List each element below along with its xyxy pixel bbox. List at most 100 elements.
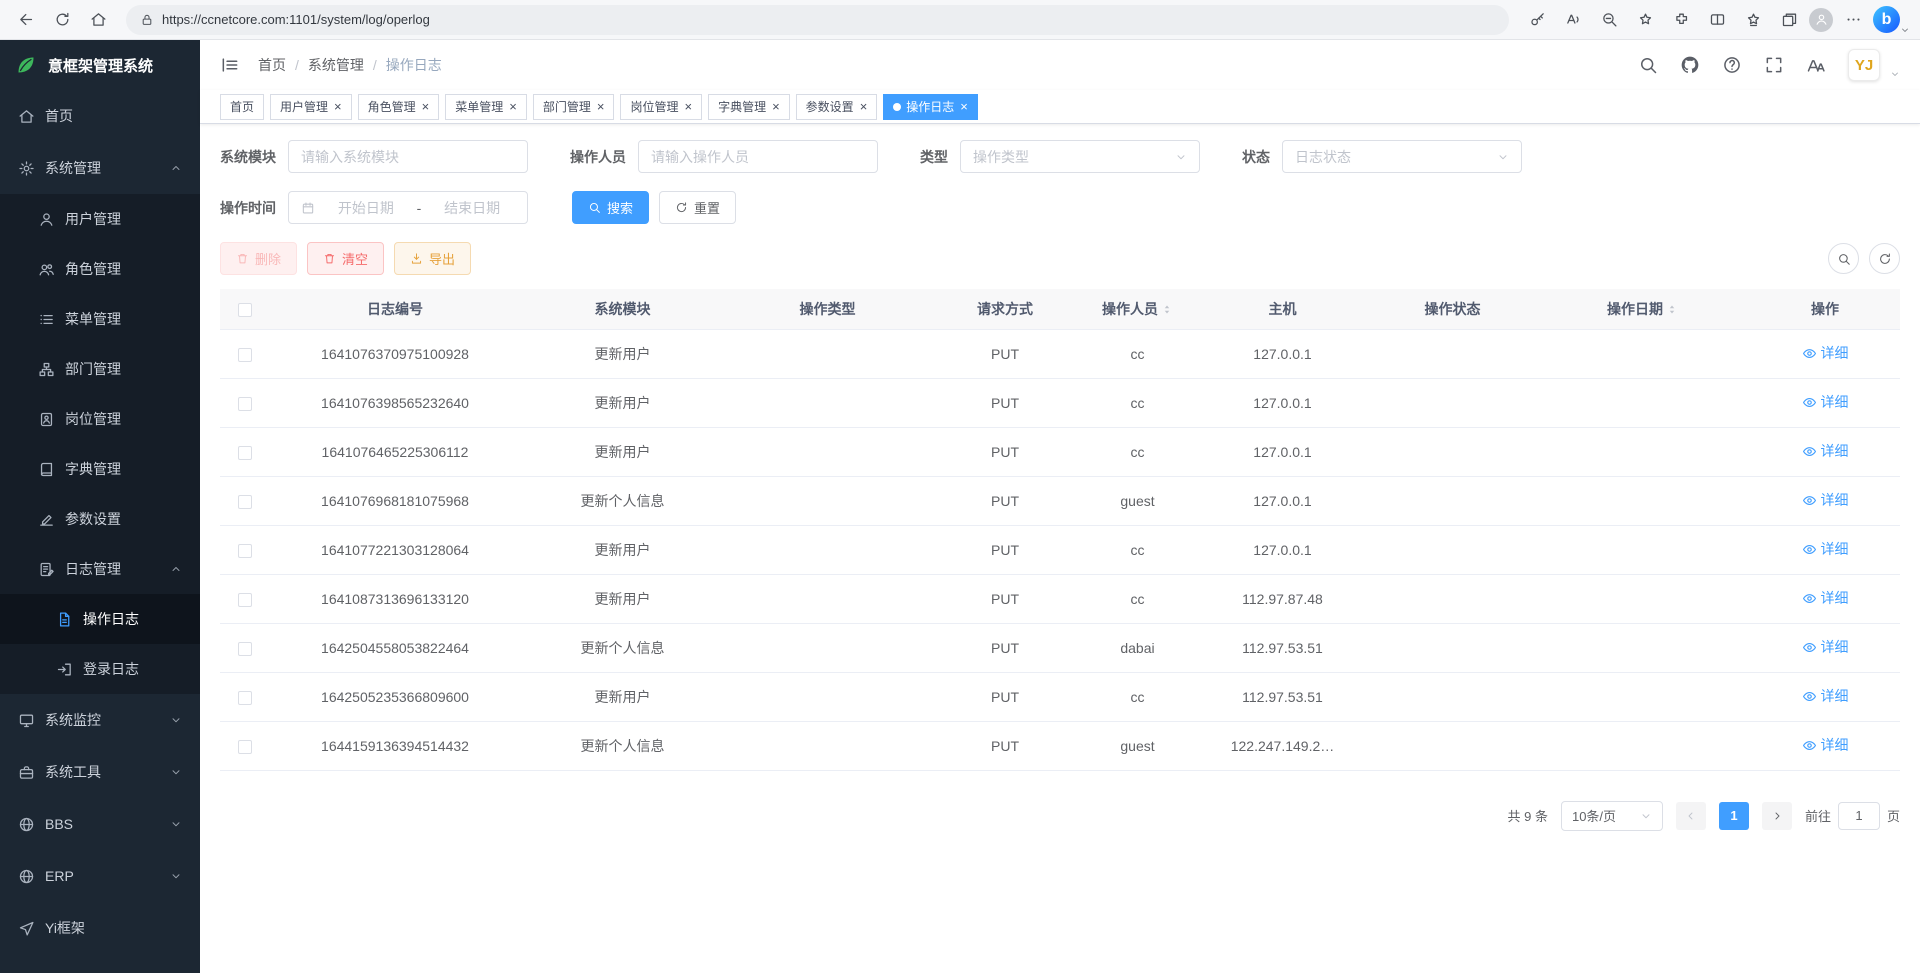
tab-post-management[interactable]: 岗位管理× (620, 94, 702, 120)
tab-close-icon[interactable]: × (509, 100, 517, 113)
column-header-operator[interactable]: 操作人员 (1080, 289, 1195, 329)
sidebar-item-log-management[interactable]: 日志管理 (0, 544, 200, 594)
fullscreen-icon[interactable] (1764, 55, 1784, 75)
tab-close-icon[interactable]: × (772, 100, 780, 113)
sidebar-item-erp[interactable]: ERP (0, 850, 200, 902)
chevron-down-icon[interactable] (1900, 25, 1910, 35)
github-icon[interactable] (1680, 55, 1700, 75)
row-checkbox[interactable] (238, 397, 252, 411)
breadcrumb-system[interactable]: 系统管理 (308, 55, 364, 75)
sidebar-item-param-settings[interactable]: 参数设置 (0, 494, 200, 544)
next-page-button[interactable] (1762, 802, 1792, 830)
extensions-icon[interactable] (1665, 4, 1697, 36)
sidebar-item-home[interactable]: 首页 (0, 90, 200, 142)
tab-close-icon[interactable]: × (684, 100, 692, 113)
detail-link[interactable]: 详细 (1802, 735, 1849, 755)
operator-input[interactable] (651, 149, 865, 165)
detail-link[interactable]: 详细 (1802, 686, 1849, 706)
tab-close-icon[interactable]: × (960, 100, 968, 113)
sidebar-item-operation-log[interactable]: 操作日志 (0, 594, 200, 644)
home-icon[interactable] (82, 4, 114, 36)
type-select[interactable]: 操作类型 (960, 140, 1200, 173)
sidebar-item-bbs[interactable]: BBS (0, 798, 200, 850)
help-icon[interactable] (1722, 55, 1742, 75)
tab-operation-log[interactable]: 操作日志× (883, 94, 978, 120)
sidebar-item-system-tools[interactable]: 系统工具 (0, 746, 200, 798)
reset-button[interactable]: 重置 (659, 191, 736, 224)
more-menu-icon[interactable] (1837, 4, 1869, 36)
row-checkbox[interactable] (238, 642, 252, 656)
select-all-checkbox[interactable] (238, 303, 252, 317)
user-avatar[interactable]: YJ (1848, 49, 1880, 81)
zoom-out-icon[interactable] (1593, 4, 1625, 36)
row-checkbox[interactable] (238, 691, 252, 705)
sort-icon[interactable] (1666, 302, 1678, 317)
detail-link[interactable]: 详细 (1802, 490, 1849, 510)
tab-close-icon[interactable]: × (860, 100, 868, 113)
sidebar-item-role-management[interactable]: 角色管理 (0, 244, 200, 294)
collapse-sidebar-icon[interactable] (220, 55, 240, 75)
tab-role-management[interactable]: 角色管理× (358, 94, 440, 120)
address-bar[interactable]: https://ccnetcore.com:1101/system/log/op… (126, 5, 1509, 35)
row-checkbox[interactable] (238, 740, 252, 754)
tab-home[interactable]: 首页 (220, 94, 264, 120)
tab-close-icon[interactable]: × (334, 100, 342, 113)
sidebar-item-system-management[interactable]: 系统管理 (0, 142, 200, 194)
refresh-table-button[interactable] (1869, 243, 1900, 274)
tab-dept-management[interactable]: 部门管理× (533, 94, 615, 120)
password-key-icon[interactable] (1521, 4, 1553, 36)
back-icon[interactable] (10, 4, 42, 36)
sidebar-item-user-management[interactable]: 用户管理 (0, 194, 200, 244)
goto-page-input[interactable] (1838, 802, 1880, 830)
row-checkbox[interactable] (238, 544, 252, 558)
lock-icon[interactable] (140, 13, 154, 27)
detail-link[interactable]: 详细 (1802, 637, 1849, 657)
page-1-button[interactable]: 1 (1719, 802, 1749, 830)
sidebar-item-post-management[interactable]: 岗位管理 (0, 394, 200, 444)
search-icon[interactable] (1638, 55, 1658, 75)
sidebar-item-menu-management[interactable]: 菜单管理 (0, 294, 200, 344)
tab-close-icon[interactable]: × (597, 100, 605, 113)
row-checkbox[interactable] (238, 593, 252, 607)
sidebar-item-login-log[interactable]: 登录日志 (0, 644, 200, 694)
toggle-search-button[interactable] (1828, 243, 1859, 274)
delete-button[interactable]: 删除 (220, 242, 297, 275)
clear-button[interactable]: 清空 (307, 242, 384, 275)
detail-link[interactable]: 详细 (1802, 392, 1849, 412)
row-checkbox[interactable] (238, 446, 252, 460)
tab-menu-management[interactable]: 菜单管理× (445, 94, 527, 120)
split-screen-icon[interactable] (1701, 4, 1733, 36)
sidebar-item-yi-framework[interactable]: Yi框架 (0, 902, 200, 954)
sort-icon[interactable] (1161, 302, 1173, 317)
refresh-icon[interactable] (46, 4, 78, 36)
bing-copilot-icon[interactable]: b (1873, 6, 1900, 33)
browser-profile-avatar[interactable] (1809, 8, 1833, 32)
font-size-icon[interactable] (1806, 55, 1826, 75)
prev-page-button[interactable] (1676, 802, 1706, 830)
search-button[interactable]: 搜索 (572, 191, 649, 224)
favorites-icon[interactable] (1737, 4, 1769, 36)
add-favorite-icon[interactable] (1629, 4, 1661, 36)
collections-icon[interactable] (1773, 4, 1805, 36)
detail-link[interactable]: 详细 (1802, 441, 1849, 461)
tab-param-settings[interactable]: 参数设置× (796, 94, 878, 120)
breadcrumb-home[interactable]: 首页 (258, 55, 286, 75)
page-size-select[interactable]: 10条/页 (1561, 801, 1663, 831)
sidebar-item-system-monitor[interactable]: 系统监控 (0, 694, 200, 746)
module-input[interactable] (301, 149, 515, 165)
tab-dict-management[interactable]: 字典管理× (708, 94, 790, 120)
sidebar-item-dict-management[interactable]: 字典管理 (0, 444, 200, 494)
tab-user-management[interactable]: 用户管理× (270, 94, 352, 120)
detail-link[interactable]: 详细 (1802, 588, 1849, 608)
row-checkbox[interactable] (238, 348, 252, 362)
sidebar-item-dept-management[interactable]: 部门管理 (0, 344, 200, 394)
read-aloud-icon[interactable] (1557, 4, 1589, 36)
detail-link[interactable]: 详细 (1802, 343, 1849, 363)
row-checkbox[interactable] (238, 495, 252, 509)
column-header-date[interactable]: 操作日期 (1535, 289, 1750, 329)
tab-close-icon[interactable]: × (422, 100, 430, 113)
export-button[interactable]: 导出 (394, 242, 471, 275)
chevron-down-icon[interactable] (1890, 69, 1900, 79)
detail-link[interactable]: 详细 (1802, 539, 1849, 559)
status-select[interactable]: 日志状态 (1282, 140, 1522, 173)
